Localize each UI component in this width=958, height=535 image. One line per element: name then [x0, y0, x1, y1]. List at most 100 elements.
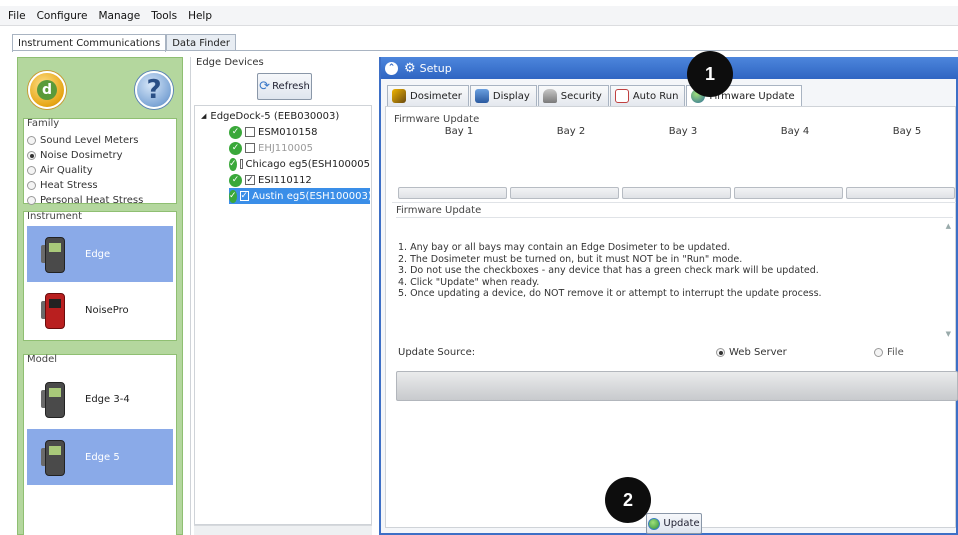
device-checkbox[interactable] [239, 159, 243, 169]
device-checkbox[interactable] [245, 143, 255, 153]
device-label: ESI110112 [258, 174, 312, 186]
family-option-heat-stress[interactable]: Heat Stress [27, 178, 143, 193]
gear-icon: ⚙ [404, 60, 416, 76]
update-source-label: Update Source: [398, 347, 476, 358]
device-label: Chicago eg5(ESH100005 [245, 158, 371, 170]
instructions-text: 1. Any bay or all bays may contain an Ed… [398, 242, 938, 300]
setup-tab-strip: Dosimeter Display Security Auto Run Firm… [387, 85, 803, 107]
overall-progress-bar [396, 371, 958, 401]
menu-bar: File Configure Manage Tools Help [0, 6, 958, 26]
scroll-down-icon[interactable]: ▼ [946, 330, 951, 338]
model-item-label: Edge 5 [85, 451, 120, 463]
setup-header: ⌃ ⚙ Setup [381, 57, 958, 79]
radio-icon[interactable] [27, 166, 36, 175]
family-option-personal-heat-stress[interactable]: Personal Heat Stress [27, 193, 143, 208]
tree-horizontal-scrollbar[interactable] [194, 525, 372, 535]
radio-icon[interactable] [27, 196, 36, 205]
model-group: Model Edge 3-4 Edge 5 [23, 354, 177, 535]
edge-devices-title: Edge Devices [196, 57, 264, 68]
tab-display[interactable]: Display [469, 85, 537, 107]
home-logo-icon[interactable]: d [28, 71, 66, 109]
tree-device-node[interactable]: ✓ Chicago eg5(ESH100005 [229, 156, 370, 172]
update-label: Update [663, 518, 700, 529]
callout-2: 2 [605, 477, 651, 523]
menu-file[interactable]: File [8, 10, 26, 22]
tab-dosimeter[interactable]: Dosimeter [387, 85, 469, 107]
tab-auto-run[interactable]: Auto Run [609, 85, 686, 107]
tab-label: Dosimeter [410, 90, 462, 102]
device-checkbox-checked[interactable]: ✓ [245, 175, 255, 185]
radio-selected-icon[interactable] [716, 348, 725, 357]
instrument-selector-panel: d ? Family Sound Level Meters Noise Dosi… [17, 57, 183, 535]
family-label: Family [27, 118, 60, 129]
instruction-line: 3. Do not use the checkboxes - any devic… [398, 265, 819, 276]
instrument-item-edge[interactable]: Edge [27, 226, 173, 282]
help-icon[interactable]: ? [135, 71, 173, 109]
noisepro-device-icon [41, 289, 71, 331]
firmware-update-label: Firmware Update [394, 114, 480, 125]
logo-d-icon: d [37, 80, 57, 100]
bay-1-progress [398, 187, 507, 199]
family-option-noise-dosimetry[interactable]: Noise Dosimetry [27, 148, 143, 163]
refresh-icon: ⟳ [259, 79, 271, 94]
menu-configure[interactable]: Configure [37, 10, 88, 22]
instruction-line: 2. The Dosimeter must be turned on, but … [398, 253, 743, 265]
bay-4-label: Bay 4 [780, 126, 810, 137]
device-checkbox-checked[interactable]: ✓ [239, 191, 250, 201]
update-button[interactable]: Update [646, 513, 702, 534]
lock-icon [542, 89, 557, 103]
family-option-label: Personal Heat Stress [40, 195, 144, 206]
device-label: Austin eg5(ESH100003) [252, 190, 370, 202]
refresh-button[interactable]: ⟳ Refresh [257, 73, 312, 100]
menu-manage[interactable]: Manage [98, 10, 140, 22]
instructions-box: 1. Any bay or all bays may contain an Ed… [396, 217, 953, 341]
globe-icon [648, 517, 661, 530]
family-option-air-quality[interactable]: Air Quality [27, 163, 143, 178]
refresh-label: Refresh [272, 81, 310, 92]
model-item-label: Edge 3-4 [85, 393, 130, 405]
source-option-file[interactable]: File [874, 347, 904, 358]
edge-device-icon [41, 378, 71, 420]
update-source-row: Update Source: Web Server File [396, 345, 953, 363]
menu-tools[interactable]: Tools [151, 10, 177, 22]
tree-device-node[interactable]: ✓ ✓ ESI110112 [229, 172, 369, 188]
collapse-icon[interactable]: ⌃ [385, 61, 398, 75]
tab-security[interactable]: Security [537, 85, 609, 107]
instrument-item-label: Edge [85, 248, 111, 260]
calendar-icon [614, 89, 629, 103]
dosimeter-icon [392, 89, 406, 103]
family-option-label: Sound Level Meters [40, 135, 139, 146]
family-option-label: Heat Stress [40, 180, 98, 191]
green-check-icon: ✓ [229, 141, 242, 155]
family-option-sound-level-meters[interactable]: Sound Level Meters [27, 133, 143, 148]
model-item-edge-3-4[interactable]: Edge 3-4 [27, 371, 173, 427]
tab-data-finder[interactable]: Data Finder [166, 34, 237, 51]
radio-icon[interactable] [27, 181, 36, 190]
family-group: Family Sound Level Meters Noise Dosimetr… [23, 118, 177, 206]
model-item-edge-5[interactable]: Edge 5 [27, 429, 173, 485]
menu-help[interactable]: Help [188, 10, 212, 22]
instrument-item-noisepro[interactable]: NoisePro [27, 282, 173, 338]
tree-collapse-icon[interactable]: ◢ [201, 112, 206, 120]
device-checkbox[interactable] [245, 127, 255, 137]
tree-device-node-selected[interactable]: ✓ ✓ Austin eg5(ESH100003) [229, 188, 370, 204]
tab-label: Auto Run [632, 90, 679, 102]
tree-dock-node[interactable]: ◢ EdgeDock-5 (EEB030003) [201, 108, 339, 124]
top-tab-strip: Instrument Communications Data Finder [12, 34, 237, 52]
setup-title: Setup [419, 61, 452, 75]
instrument-group: Instrument Edge NoisePro [23, 211, 177, 341]
green-check-icon: ✓ [229, 157, 237, 171]
tree-device-node[interactable]: ✓ ESM010158 [229, 124, 369, 140]
radio-selected-icon[interactable] [27, 151, 36, 160]
source-option-web-server[interactable]: Web Server [716, 347, 787, 358]
green-check-icon: ✓ [229, 173, 242, 187]
family-option-label: Noise Dosimetry [40, 150, 123, 161]
radio-icon[interactable] [874, 348, 883, 357]
family-options: Sound Level Meters Noise Dosimetry Air Q… [27, 133, 143, 208]
instruction-line: 5. Once updating a device, do NOT remove… [398, 288, 822, 299]
scroll-up-icon[interactable]: ▲ [946, 222, 951, 230]
app-window: File Configure Manage Tools Help Instrum… [0, 0, 958, 535]
tree-device-node[interactable]: ✓ EHJ110005 [229, 140, 369, 156]
device-tree: ◢ EdgeDock-5 (EEB030003) ✓ ESM010158 ✓ E… [194, 105, 372, 525]
radio-icon[interactable] [27, 136, 36, 145]
